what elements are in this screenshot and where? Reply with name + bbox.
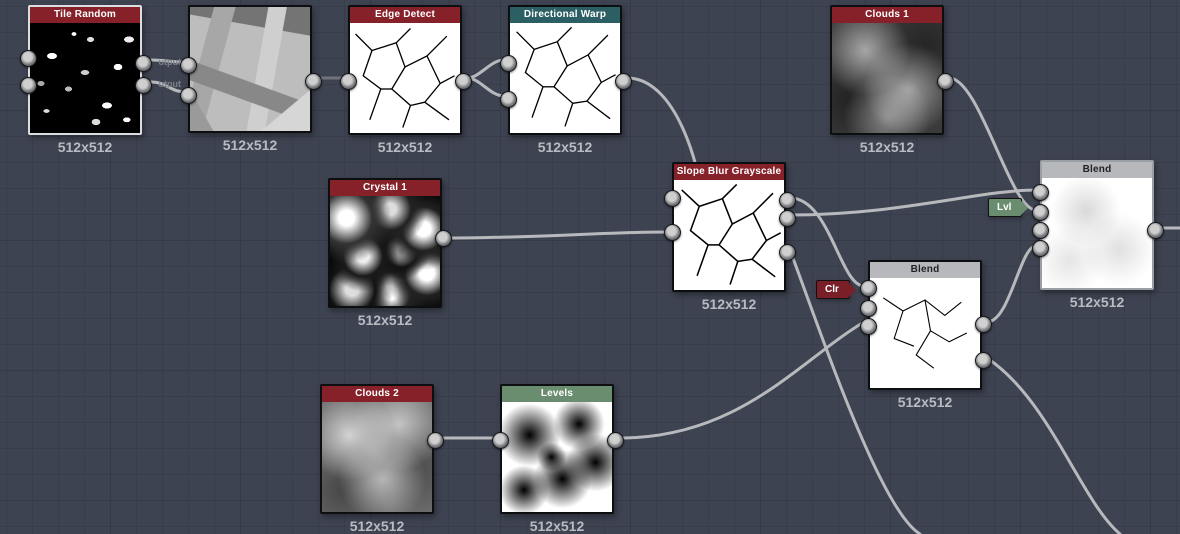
node-title: Directional Warp (510, 7, 620, 23)
input-port[interactable] (340, 73, 357, 90)
node-resolution: 512x512 (378, 139, 433, 155)
input-port[interactable] (1032, 204, 1049, 221)
node-resolution: 512x512 (358, 312, 413, 328)
input-port[interactable] (664, 190, 681, 207)
node-thumbnail (870, 278, 980, 388)
node-graph-canvas[interactable]: Tile Random 512x512 utput utput 512x512 … (0, 0, 1180, 534)
node-title: Clouds 2 (322, 386, 432, 402)
node-resolution: 512x512 (223, 137, 278, 153)
node-levels[interactable]: Levels 512x512 (500, 384, 614, 534)
node-thumbnail (350, 23, 460, 133)
output-port[interactable] (455, 73, 472, 90)
node-title: Blend (1042, 162, 1152, 178)
node-thumbnail (502, 402, 612, 512)
node-thumbnail (832, 23, 942, 133)
node-thumbnail (30, 23, 140, 133)
badge-clr[interactable]: Clr (816, 280, 850, 299)
node-clouds-1[interactable]: Clouds 1 512x512 (830, 5, 944, 155)
badge-label: Clr (825, 284, 839, 295)
output-port[interactable] (135, 77, 152, 94)
input-port[interactable] (492, 432, 509, 449)
node-blend-1[interactable]: Blend 512x512 (868, 260, 982, 410)
input-port[interactable] (20, 77, 37, 94)
output-port[interactable] (435, 230, 452, 247)
output-port[interactable] (975, 316, 992, 333)
node-resolution: 512x512 (1070, 294, 1125, 310)
node-blend-2[interactable]: Blend 512x512 (1040, 160, 1154, 310)
node-resolution: 512x512 (702, 296, 757, 312)
node-thumbnail (674, 180, 784, 290)
output-port[interactable] (779, 210, 796, 227)
node-title: Crystal 1 (330, 180, 440, 196)
output-port[interactable] (615, 73, 632, 90)
node-thumbnail (510, 23, 620, 133)
input-port[interactable] (860, 280, 877, 297)
badge-label: Lvl (997, 202, 1011, 213)
node-crystal-1[interactable]: Crystal 1 512x512 (328, 178, 442, 328)
output-port[interactable] (607, 432, 624, 449)
node-resolution: 512x512 (350, 518, 405, 534)
node-thumbnail (322, 402, 432, 512)
node-tile-random[interactable]: Tile Random 512x512 utput utput (28, 5, 142, 155)
node-resolution: 512x512 (538, 139, 593, 155)
input-port[interactable] (500, 91, 517, 108)
input-port[interactable] (860, 318, 877, 335)
node-resolution: 512x512 (860, 139, 915, 155)
node-title: Edge Detect (350, 7, 460, 23)
node-directional-warp[interactable]: Directional Warp 512x512 (508, 5, 622, 155)
output-port[interactable] (427, 432, 444, 449)
node-thumbnail (190, 7, 310, 131)
output-port[interactable] (937, 73, 954, 90)
input-port[interactable] (1032, 240, 1049, 257)
node-thumbnail (330, 196, 440, 306)
port-label: utput (159, 79, 182, 89)
node-thumbnail (1042, 178, 1152, 288)
node-title: Clouds 1 (832, 7, 942, 23)
input-port[interactable] (860, 300, 877, 317)
node-resolution: 512x512 (898, 394, 953, 410)
input-port[interactable] (180, 87, 197, 104)
input-port[interactable] (664, 224, 681, 241)
input-port[interactable] (1032, 184, 1049, 201)
output-port[interactable] (779, 192, 796, 209)
node-unnamed[interactable]: 512x512 (188, 5, 312, 153)
node-clouds-2[interactable]: Clouds 2 512x512 (320, 384, 434, 534)
input-port[interactable] (20, 50, 37, 67)
input-port[interactable] (180, 57, 197, 74)
node-resolution: 512x512 (58, 139, 113, 155)
output-port[interactable] (135, 55, 152, 72)
badge-lvl[interactable]: Lvl (988, 198, 1022, 217)
output-port[interactable] (975, 352, 992, 369)
node-title: Levels (502, 386, 612, 402)
node-edge-detect[interactable]: Edge Detect 512x512 (348, 5, 462, 155)
node-resolution: 512x512 (530, 518, 585, 534)
output-port[interactable] (779, 244, 796, 261)
node-title: Slope Blur Grayscale (674, 164, 784, 180)
node-title: Blend (870, 262, 980, 278)
node-slope-blur-grayscale[interactable]: Slope Blur Grayscale 512x512 (672, 162, 786, 312)
port-label: utput (159, 57, 182, 67)
input-port[interactable] (500, 55, 517, 72)
input-port[interactable] (1032, 222, 1049, 239)
output-port[interactable] (305, 73, 322, 90)
node-title: Tile Random (30, 7, 140, 23)
output-port[interactable] (1147, 222, 1164, 239)
